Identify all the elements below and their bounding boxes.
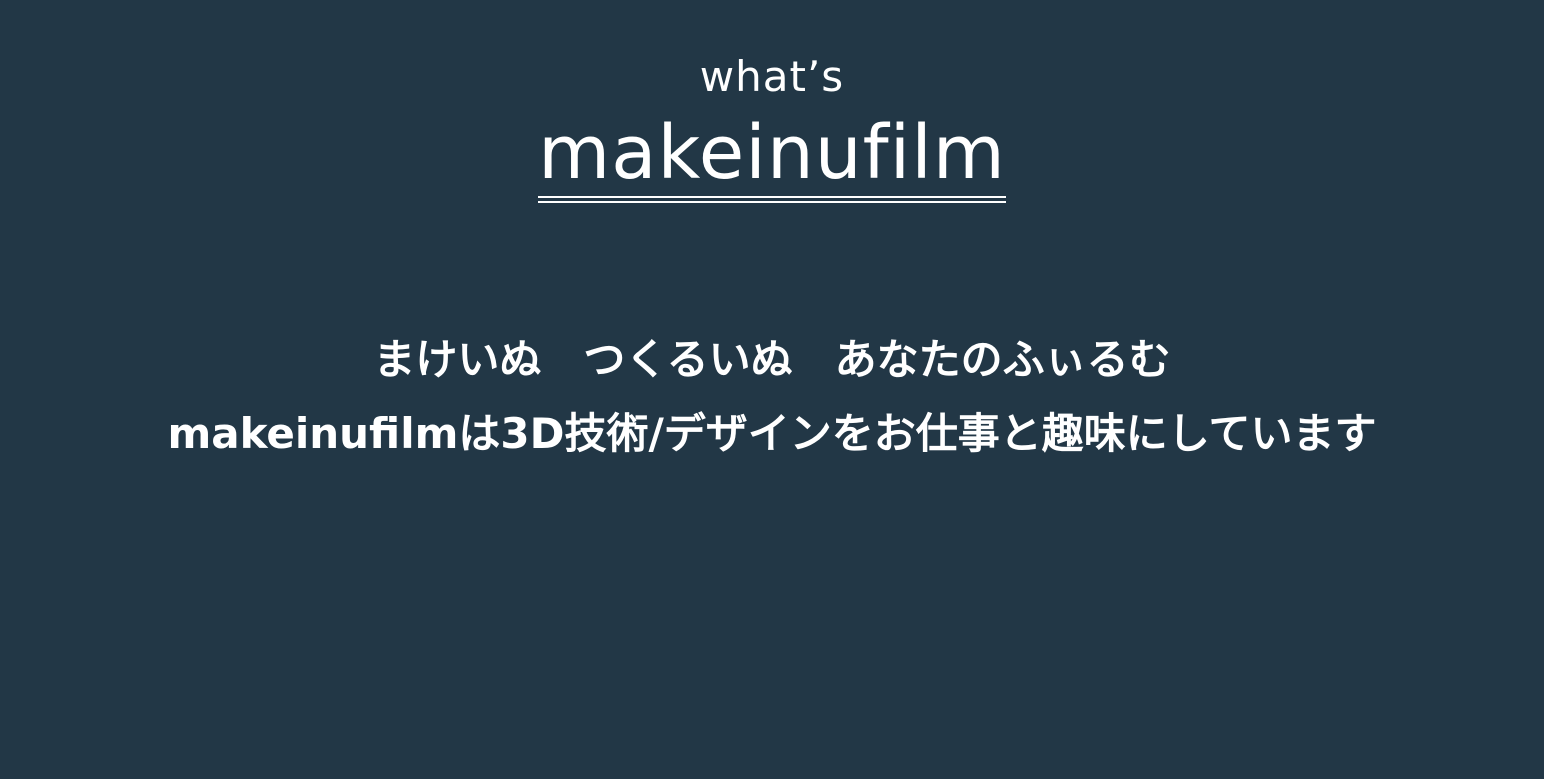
page: what’s makeinufilm まけいぬ つくるいぬ あなたのふぃるむ m… — [0, 0, 1544, 779]
heading-subtitle: what’s — [699, 52, 845, 101]
intro-text: まけいぬ つくるいぬ あなたのふぃるむ makeinufilmは3D技術/デザイ… — [0, 330, 1544, 464]
tagline-line-2: makeinufilmは3D技術/デザインをお仕事と趣味にしています — [167, 409, 1377, 458]
section-heading: what’s makeinufilm — [0, 52, 1544, 203]
title-wrapper: makeinufilm — [538, 110, 1006, 203]
tagline-line-1: まけいぬ つくるいぬ あなたのふぃるむ — [373, 335, 1171, 384]
title-double-underline — [538, 196, 1006, 203]
heading-title: makeinufilm — [538, 110, 1006, 196]
